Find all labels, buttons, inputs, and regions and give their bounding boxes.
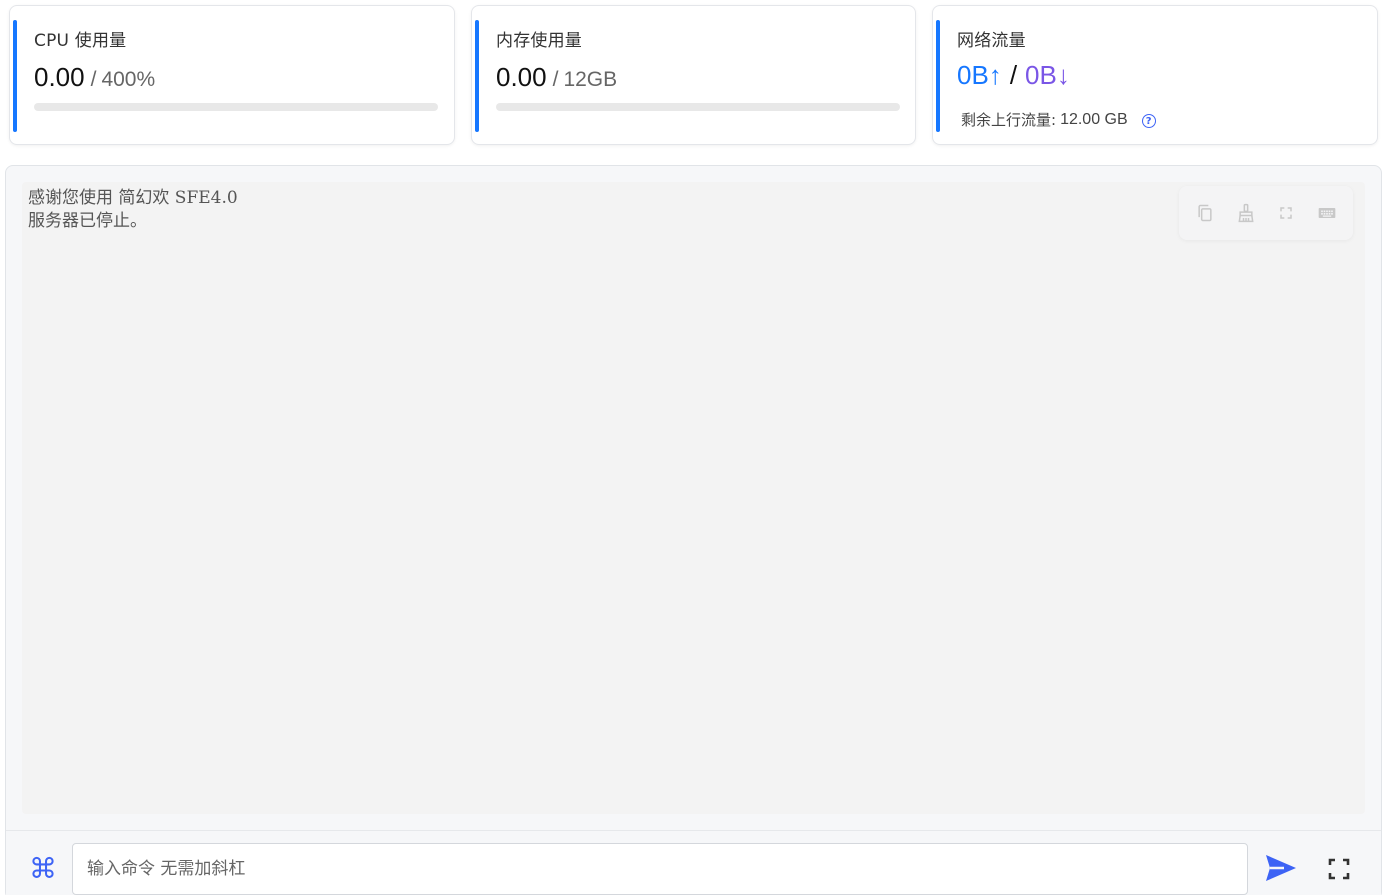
copy-icon[interactable] bbox=[1193, 201, 1217, 225]
question-circle-icon[interactable]: ? bbox=[1141, 114, 1156, 128]
command-icon[interactable]: ⌘ bbox=[26, 852, 60, 886]
network-traffic-title: 网络流量 bbox=[957, 31, 1026, 51]
console-panel: 感谢您使用 简幻欢 SFE4.0 服务器已停止。 ⌘ 输入命令 无需加斜杠 bbox=[5, 165, 1382, 895]
memory-separator: / bbox=[552, 68, 559, 91]
terminal-toolbar bbox=[1179, 186, 1353, 240]
command-input[interactable] bbox=[72, 843, 1248, 895]
cpu-separator: / bbox=[90, 68, 97, 91]
send-icon[interactable] bbox=[1264, 853, 1298, 883]
network-separator: / bbox=[1009, 60, 1018, 90]
memory-total-value: 12GB bbox=[563, 68, 618, 91]
stats-row: CPU 使用量 0.00/400% 内存使用量 0.00/12GB 网络流量 0… bbox=[0, 0, 1387, 150]
fullscreen-icon[interactable] bbox=[1326, 856, 1352, 882]
expand-icon[interactable] bbox=[1274, 201, 1298, 225]
network-upload-value: 0B↑ bbox=[957, 60, 1002, 90]
card-accent-bar bbox=[936, 20, 940, 132]
cpu-usage-card: CPU 使用量 0.00/400% bbox=[9, 5, 455, 145]
card-accent-bar bbox=[13, 20, 17, 132]
command-input-bar: ⌘ bbox=[6, 830, 1381, 895]
cpu-progress-bar bbox=[34, 103, 438, 111]
remaining-upload-traffic: 剩余上行流量: 12.00 GB ? bbox=[961, 109, 1156, 130]
remaining-upload-value: 12.00 GB bbox=[1060, 110, 1128, 128]
remaining-upload-label: 剩余上行流量: bbox=[961, 111, 1057, 129]
network-traffic-card: 网络流量 0B↑/0B↓ 剩余上行流量: 12.00 GB ? bbox=[932, 5, 1378, 145]
memory-usage-value: 0.00/12GB bbox=[496, 62, 617, 93]
memory-progress-bar bbox=[496, 103, 900, 111]
terminal-line: 服务器已停止。 bbox=[28, 211, 147, 231]
network-traffic-value: 0B↑/0B↓ bbox=[957, 60, 1070, 91]
keyboard-icon[interactable] bbox=[1315, 201, 1339, 225]
cpu-usage-title: CPU 使用量 bbox=[34, 31, 127, 51]
cpu-total-value: 400% bbox=[101, 68, 156, 91]
cpu-current-value: 0.00 bbox=[34, 62, 85, 92]
memory-current-value: 0.00 bbox=[496, 62, 547, 92]
cpu-usage-value: 0.00/400% bbox=[34, 62, 155, 93]
network-download-value: 0B↓ bbox=[1025, 60, 1070, 90]
card-accent-bar bbox=[475, 20, 479, 132]
terminal-line: 感谢您使用 简幻欢 SFE4.0 bbox=[28, 188, 238, 208]
memory-usage-title: 内存使用量 bbox=[496, 31, 582, 51]
clear-broom-icon[interactable] bbox=[1234, 201, 1258, 225]
terminal-output[interactable]: 感谢您使用 简幻欢 SFE4.0 服务器已停止。 bbox=[22, 182, 1365, 814]
memory-usage-card: 内存使用量 0.00/12GB bbox=[471, 5, 916, 145]
